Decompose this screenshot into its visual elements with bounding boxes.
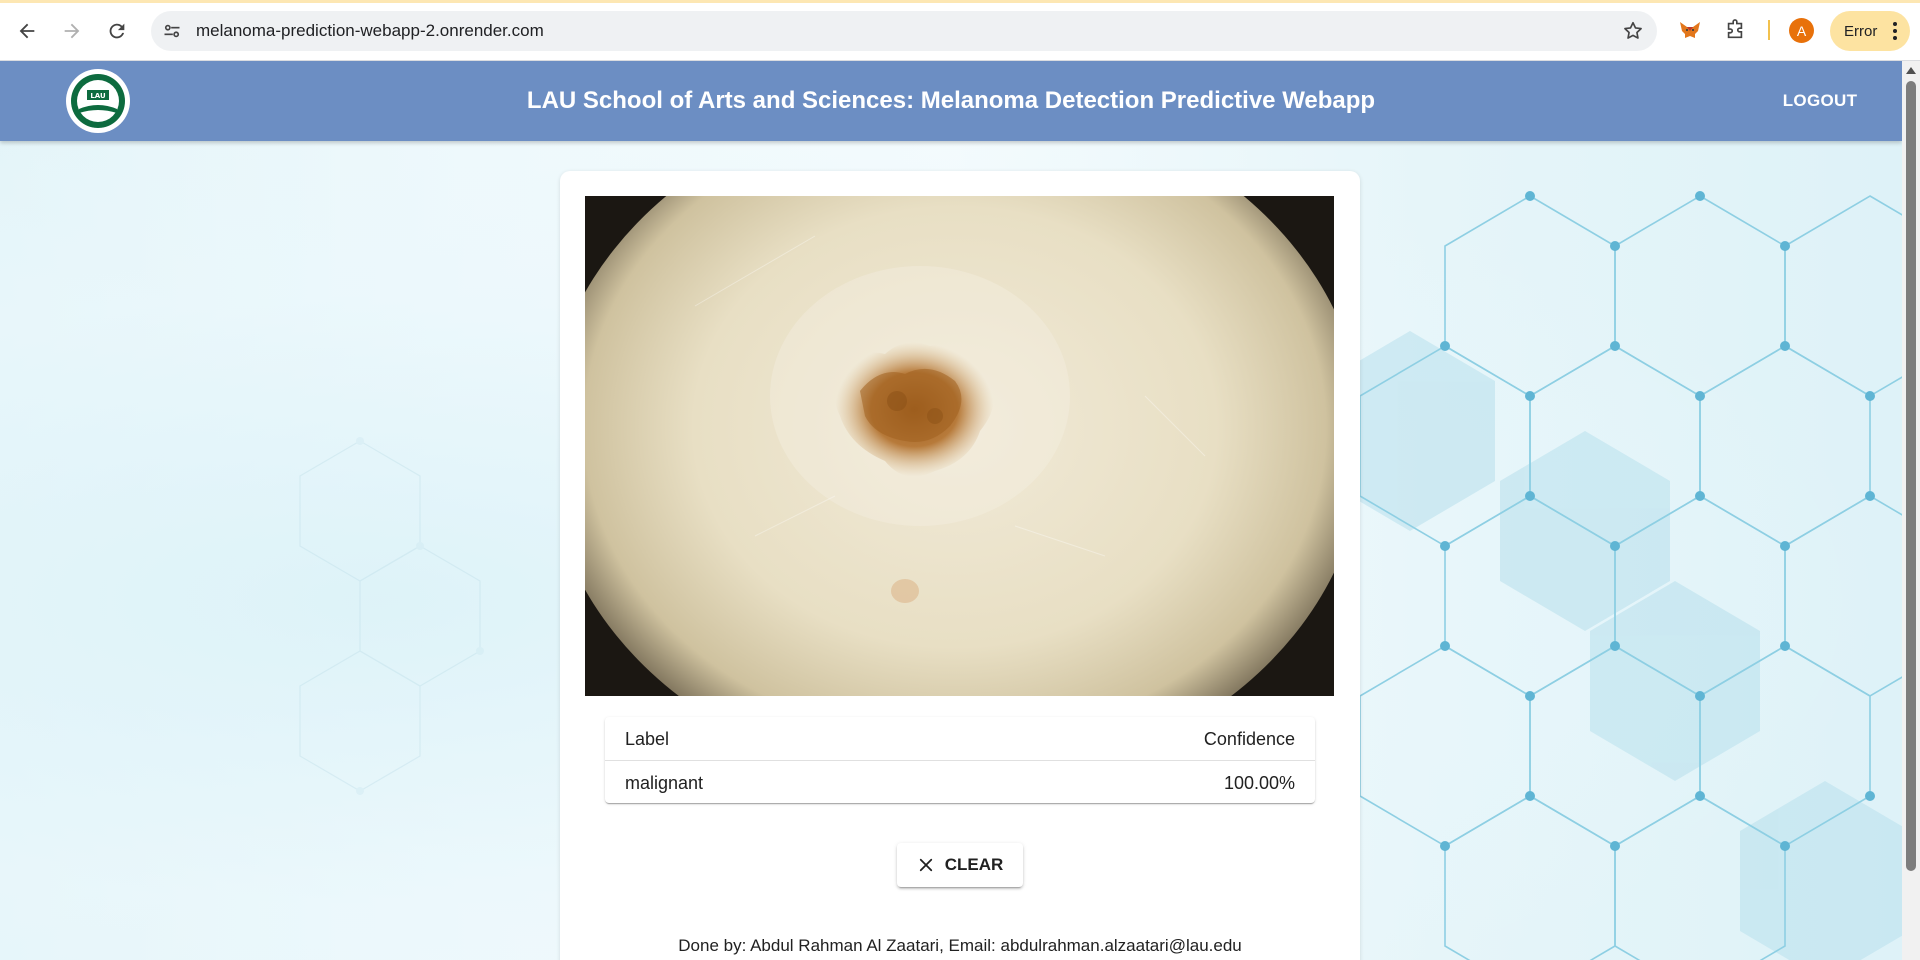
footer-credit: Done by: Abdul Rahman Al Zaatari, Email:… bbox=[678, 936, 1242, 955]
browser-toolbar: melanoma-prediction-webapp-2.onrender.co… bbox=[0, 0, 1920, 61]
error-label: Error bbox=[1844, 22, 1878, 40]
logout-button[interactable]: LOGOUT bbox=[1770, 79, 1870, 123]
close-icon bbox=[919, 858, 932, 872]
reload-button[interactable] bbox=[100, 14, 134, 48]
forward-icon bbox=[64, 23, 80, 39]
prediction-card: Label Confidence malignant 100.00% CLEAR… bbox=[560, 171, 1360, 960]
table-header-row: Label Confidence bbox=[605, 717, 1315, 761]
column-header-confidence: Confidence bbox=[1203, 729, 1295, 749]
background-hex-pattern bbox=[1355, 191, 1902, 960]
address-bar[interactable]: melanoma-prediction-webapp-2.onrender.co… bbox=[151, 11, 1657, 51]
page-viewport: LAU LAU School of Arts and Sciences: Mel… bbox=[0, 61, 1902, 960]
error-menu-button[interactable]: Error bbox=[1830, 11, 1910, 51]
star-icon[interactable] bbox=[1621, 19, 1645, 43]
more-vert-icon bbox=[1893, 22, 1897, 40]
scrollbar-thumb[interactable] bbox=[1906, 81, 1916, 871]
forward-button[interactable] bbox=[55, 14, 89, 48]
uploaded-skin-image bbox=[585, 196, 1334, 696]
profile-avatar[interactable]: A bbox=[1789, 18, 1814, 43]
prediction-label: malignant bbox=[625, 773, 704, 793]
page-scrollbar[interactable] bbox=[1902, 61, 1920, 960]
prediction-results-table: Label Confidence malignant 100.00% bbox=[605, 717, 1315, 803]
dermoscopy-image bbox=[585, 196, 1334, 696]
column-header-label: Label bbox=[625, 729, 670, 749]
background-hex-pattern-left bbox=[299, 437, 484, 795]
scroll-up-arrow-icon[interactable] bbox=[1906, 67, 1916, 74]
table-row: malignant 100.00% bbox=[605, 761, 1315, 804]
url-text[interactable]: melanoma-prediction-webapp-2.onrender.co… bbox=[196, 21, 544, 41]
back-button[interactable] bbox=[10, 14, 44, 48]
site-info-icon[interactable] bbox=[161, 20, 183, 42]
reload-icon bbox=[109, 23, 125, 39]
fox-extension-icon[interactable] bbox=[1675, 15, 1705, 45]
toolbar-separator bbox=[1768, 20, 1770, 40]
page-title: LAU School of Arts and Sciences: Melanom… bbox=[526, 87, 1376, 114]
clear-button[interactable]: CLEAR bbox=[897, 843, 1023, 887]
puzzle-extensions-icon[interactable] bbox=[1720, 15, 1750, 45]
clear-button-label: CLEAR bbox=[944, 855, 1004, 874]
tab-strip-edge bbox=[0, 0, 1920, 3]
back-icon bbox=[19, 23, 35, 39]
prediction-confidence: 100.00% bbox=[1223, 773, 1295, 793]
app-header: LAU LAU School of Arts and Sciences: Mel… bbox=[0, 61, 1902, 141]
